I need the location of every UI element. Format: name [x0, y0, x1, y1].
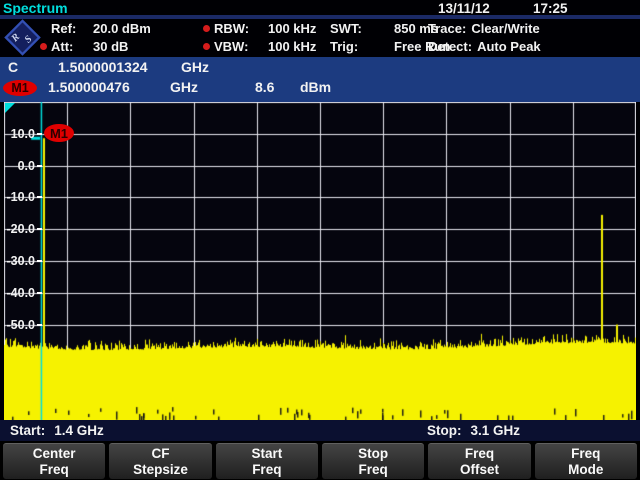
softkey-line2: Stepsize — [133, 462, 188, 478]
softkey-center-freq[interactable]: CenterFreq — [3, 443, 105, 479]
stop-freq-text: Stop: 3.1 GHz — [427, 423, 520, 438]
setting-label: RBW: — [214, 21, 268, 36]
y-axis-label-text: -40.0 — [4, 286, 35, 300]
y-axis-label: 10.0 — [4, 126, 42, 142]
y-axis-label: -20.0 — [4, 221, 42, 237]
setting-value: 100 kHz — [268, 39, 316, 54]
y-axis-label: -40.0 — [4, 285, 42, 301]
softkey-bar: CenterFreqCFStepsizeStartFreqStopFreqFre… — [0, 441, 640, 480]
setting-item: RBW:100 kHz — [203, 19, 316, 37]
y-axis-tick-icon — [37, 133, 42, 135]
setting-item: Trace: Clear/Write — [428, 19, 541, 37]
softkey-line1: Start — [251, 446, 282, 462]
setting-item: Detect: Auto Peak — [428, 37, 541, 55]
y-axis-label: -10.0 — [4, 189, 42, 205]
m1-marker-level: 8.6 — [255, 79, 274, 95]
y-axis-tick-icon — [37, 165, 42, 167]
date-display: 13/11/12 — [438, 1, 490, 16]
spectrum-canvas — [4, 102, 636, 420]
setting-value: 30 dB — [93, 39, 128, 54]
setting-value: Auto Peak — [477, 39, 541, 54]
y-axis-tick-icon — [37, 324, 42, 326]
setting-label: SWT: — [330, 21, 394, 36]
setting-label: Ref: — [51, 21, 93, 36]
softkey-line1: Freq — [465, 446, 494, 462]
stop-label: Stop: — [427, 423, 462, 438]
softkey-line2: Mode — [568, 462, 603, 478]
start-freq-text: Start: 1.4 GHz — [10, 423, 104, 438]
softkey-line2: Offset — [460, 462, 499, 478]
softkey-cf-stepsize[interactable]: CFStepsize — [109, 443, 211, 479]
setting-value: 100 kHz — [268, 21, 316, 36]
c-marker-label: C — [8, 59, 18, 75]
y-axis-label: 0.0 — [4, 158, 42, 174]
stop-value: 3.1 GHz — [471, 423, 521, 438]
y-axis-label-text: -10.0 — [4, 190, 35, 204]
y-axis-tick-icon — [37, 292, 42, 294]
y-axis-label-text: 0.0 — [4, 159, 35, 173]
settings-bar: RS Ref:20.0 dBmAtt:30 dBRBW:100 kHzVBW:1… — [0, 19, 640, 57]
softkey-line2: Freq — [359, 462, 388, 478]
y-axis-label: -30.0 — [4, 253, 42, 269]
setting-label: Att: — [51, 39, 93, 54]
softkey-line1: Stop — [358, 446, 388, 462]
m1-marker-badge: M1 — [3, 80, 37, 96]
y-axis-label: -50.0 — [4, 317, 42, 333]
setting-item: Ref:20.0 dBm — [40, 19, 151, 37]
reference-corner-icon — [5, 103, 15, 113]
c-marker-freq: 1.5000001324 — [58, 59, 148, 75]
coupling-dot-icon — [203, 25, 210, 32]
marker-bar: C 1.5000001324 GHz M1 1.500000476 GHz 8.… — [0, 57, 640, 102]
setting-value: 20.0 dBm — [93, 21, 151, 36]
y-axis-label-text: -20.0 — [4, 222, 35, 236]
y-axis-label-text: 10.0 — [4, 127, 35, 141]
start-label: Start: — [10, 423, 45, 438]
setting-value: Clear/Write — [471, 21, 539, 36]
softkey-freq-offset[interactable]: FreqOffset — [428, 443, 530, 479]
m1-marker-level-unit: dBm — [300, 79, 331, 95]
coupling-dot-icon — [40, 43, 47, 50]
settings-column: Trace: Clear/Write Detect: Auto Peak — [428, 19, 541, 55]
setting-item: VBW:100 kHz — [203, 37, 316, 55]
start-value: 1.4 GHz — [54, 423, 104, 438]
m1-marker-freq: 1.500000476 — [48, 79, 130, 95]
m1-marker-unit: GHz — [170, 79, 198, 95]
softkey-start-freq[interactable]: StartFreq — [216, 443, 318, 479]
c-marker-unit: GHz — [181, 59, 209, 75]
softkey-line2: Freq — [40, 462, 69, 478]
page-title: Spectrum — [3, 0, 68, 16]
rs-logo-icon: RS — [4, 19, 41, 61]
setting-label: Trace: — [428, 21, 466, 36]
setting-label: Detect: — [428, 39, 472, 54]
y-axis-tick-icon — [37, 196, 42, 198]
y-axis-tick-icon — [37, 260, 42, 262]
softkey-stop-freq[interactable]: StopFreq — [322, 443, 424, 479]
softkey-freq-mode[interactable]: FreqMode — [535, 443, 637, 479]
softkey-line1: CF — [151, 446, 169, 462]
coupling-dot-icon — [203, 43, 210, 50]
setting-label: VBW: — [214, 39, 268, 54]
y-axis-tick-icon — [37, 228, 42, 230]
freq-range-bar: Start: 1.4 GHz Stop: 3.1 GHz — [0, 420, 640, 441]
time-display: 17:25 — [533, 1, 568, 16]
settings-column: RBW:100 kHzVBW:100 kHz — [203, 19, 316, 55]
softkey-line1: Freq — [571, 446, 600, 462]
setting-item: Att:30 dB — [40, 37, 151, 55]
spectrum-analyzer-screen: Spectrum 13/11/12 17:25 RS Ref:20.0 dBmA… — [0, 0, 640, 480]
settings-column: Ref:20.0 dBmAtt:30 dB — [40, 19, 151, 55]
m1-marker-flag[interactable]: M1 — [44, 124, 74, 142]
softkey-line2: Freq — [252, 462, 281, 478]
y-axis-label-text: -30.0 — [4, 254, 35, 268]
softkey-line1: Center — [33, 446, 76, 462]
y-axis-label-text: -50.0 — [4, 318, 35, 332]
setting-label: Trig: — [330, 39, 394, 54]
spectrum-plot: 10.0 0.0 -10.0 -20.0 -30.0 -40.0 -50.0 M1 — [4, 102, 636, 420]
